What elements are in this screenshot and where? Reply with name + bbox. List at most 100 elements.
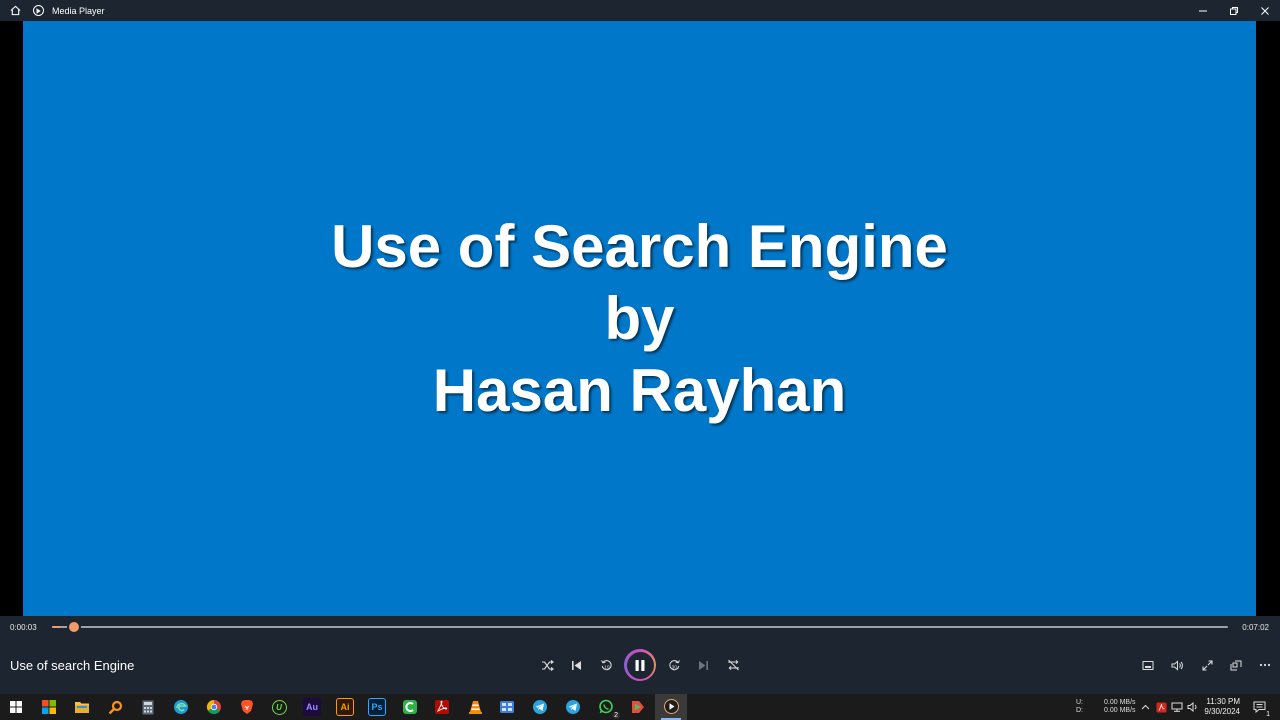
taskbar-app-camtasia[interactable] xyxy=(401,698,419,716)
skip-back-10-button[interactable]: 10 xyxy=(595,656,617,674)
close-button[interactable] xyxy=(1249,0,1280,21)
close-icon xyxy=(1260,6,1269,15)
compact-overlay-button[interactable] xyxy=(1225,656,1247,674)
chrome-icon xyxy=(206,699,221,715)
taskbar-app-illustrator[interactable]: Ai xyxy=(336,698,354,716)
minimize-button[interactable] xyxy=(1187,0,1218,21)
taskbar-app-media-player[interactable] xyxy=(655,694,687,720)
repeat-button[interactable] xyxy=(722,656,744,674)
taskbar-app-chrome[interactable] xyxy=(205,698,223,716)
tray-volume[interactable] xyxy=(1186,698,1200,716)
show-hidden-icons-button[interactable] xyxy=(1139,698,1151,716)
video-author-line: Hasan Rayhan xyxy=(432,356,847,424)
acrobat-tray-icon xyxy=(1156,702,1166,712)
home-button[interactable] xyxy=(0,0,30,21)
skip-forward-30-button[interactable]: 30 xyxy=(663,656,685,674)
taskbar-app-calculator[interactable] xyxy=(139,698,157,716)
miniplayer-button[interactable] xyxy=(1137,656,1159,674)
net-speed-values: 0.00 MB/s 0.00 MB/s xyxy=(1104,699,1136,715)
upload-speed: 0.00 MB/s xyxy=(1104,699,1136,706)
previous-icon xyxy=(571,660,581,670)
camtasia-icon xyxy=(403,700,417,714)
taskbar-app-whatsapp[interactable]: 2 xyxy=(597,698,620,719)
brave-lion-icon xyxy=(241,700,253,714)
current-time: 0:00:03 xyxy=(10,623,37,632)
upwork-icon: U xyxy=(271,699,287,715)
vlc-cone-icon xyxy=(468,701,482,714)
video-frame[interactable]: Use of Search Engine by Hasan Rayhan xyxy=(23,21,1256,616)
speaker-icon xyxy=(1187,702,1197,712)
notification-center-button[interactable]: 1 xyxy=(1250,698,1271,718)
control-panel-icon xyxy=(500,701,514,713)
download-label: D: xyxy=(1076,707,1083,714)
download-speed: 0.00 MB/s xyxy=(1104,707,1136,714)
windows-color-logo-icon xyxy=(42,700,56,714)
next-button[interactable] xyxy=(692,656,714,674)
play-pause-button[interactable] xyxy=(624,649,656,681)
taskbar-app-vlc[interactable] xyxy=(466,698,484,716)
taskbar-app-search[interactable] xyxy=(106,698,124,716)
svg-text:10: 10 xyxy=(604,664,610,670)
pause-icon xyxy=(635,659,645,671)
video-title-line: Use of Search Engine xyxy=(331,212,948,280)
magnifier-icon xyxy=(108,700,122,714)
replay-10-icon: 10 xyxy=(600,659,612,670)
windows-logo-icon xyxy=(10,701,22,713)
taskbar-app-edge[interactable] xyxy=(172,698,190,716)
restore-button[interactable] xyxy=(1218,0,1249,21)
picture-in-picture-icon xyxy=(1230,660,1242,670)
title-bar: Media Player xyxy=(0,0,1280,21)
taskbar-app-control-panel[interactable] xyxy=(498,698,516,716)
whatsapp-badge: 2 xyxy=(612,712,620,719)
notification-icon xyxy=(1253,701,1265,713)
next-icon xyxy=(698,660,708,670)
taskbar-app-audition[interactable]: Au xyxy=(303,698,321,716)
calculator-icon xyxy=(142,700,154,714)
shuffle-button[interactable] xyxy=(536,656,558,674)
seek-bar[interactable] xyxy=(52,620,1228,634)
miniplayer-icon xyxy=(1142,660,1154,670)
app-title: Media Player xyxy=(52,5,105,16)
restore-icon xyxy=(1229,6,1238,15)
seek-thumb[interactable] xyxy=(67,620,82,634)
start-button[interactable] xyxy=(7,698,25,716)
tray-network[interactable] xyxy=(1170,698,1184,716)
fullscreen-icon xyxy=(1201,659,1213,671)
taskbar-app-upwork[interactable]: U xyxy=(270,698,288,716)
taskbar-app-anydesk[interactable] xyxy=(629,698,647,716)
taskbar-app-acrobat[interactable] xyxy=(433,698,451,716)
folder-icon xyxy=(75,702,89,713)
taskbar-app-brave[interactable] xyxy=(238,698,256,716)
svg-text:30: 30 xyxy=(671,664,677,670)
video-byline: by xyxy=(604,284,675,352)
taskbar-app-file-explorer[interactable] xyxy=(73,698,91,716)
shuffle-icon xyxy=(541,659,554,671)
net-speed-labels: U: D: xyxy=(1076,699,1083,715)
network-icon xyxy=(1171,702,1183,712)
more-icon xyxy=(1259,663,1271,667)
forward-30-icon: 30 xyxy=(668,659,680,670)
fullscreen-button[interactable] xyxy=(1196,656,1218,674)
tray-acrobat[interactable] xyxy=(1154,698,1168,716)
system-clock[interactable]: 11:30 PM 9/30/2024 xyxy=(1204,697,1240,717)
volume-button[interactable] xyxy=(1166,656,1188,674)
more-options-button[interactable] xyxy=(1254,656,1276,674)
taskbar-app-telegram[interactable] xyxy=(531,698,549,716)
media-player-icon xyxy=(33,5,44,16)
edge-icon xyxy=(174,700,188,714)
media-player-taskbar-icon xyxy=(664,699,679,714)
previous-button[interactable] xyxy=(565,656,587,674)
taskbar-app-paint[interactable] xyxy=(40,698,58,716)
upload-label: U: xyxy=(1076,699,1083,706)
taskbar-app-photoshop[interactable]: Ps xyxy=(368,698,386,716)
clock-date: 9/30/2024 xyxy=(1204,707,1240,716)
taskbar: U Au Ai Ps 2 U: D: 0.00 MB/s 0.00 MB/s 1… xyxy=(0,694,1280,720)
total-time: 0:07:02 xyxy=(1242,623,1269,632)
minimize-icon xyxy=(1198,10,1207,11)
volume-icon xyxy=(1171,659,1183,671)
home-icon xyxy=(10,5,20,16)
pdf-editor-icon xyxy=(632,701,644,713)
clock-time: 11:30 PM xyxy=(1206,697,1240,706)
player-controls: 0:00:03 0:07:02 Use of search Engine 10 … xyxy=(0,616,1280,694)
taskbar-app-telegram-2[interactable] xyxy=(564,698,582,716)
